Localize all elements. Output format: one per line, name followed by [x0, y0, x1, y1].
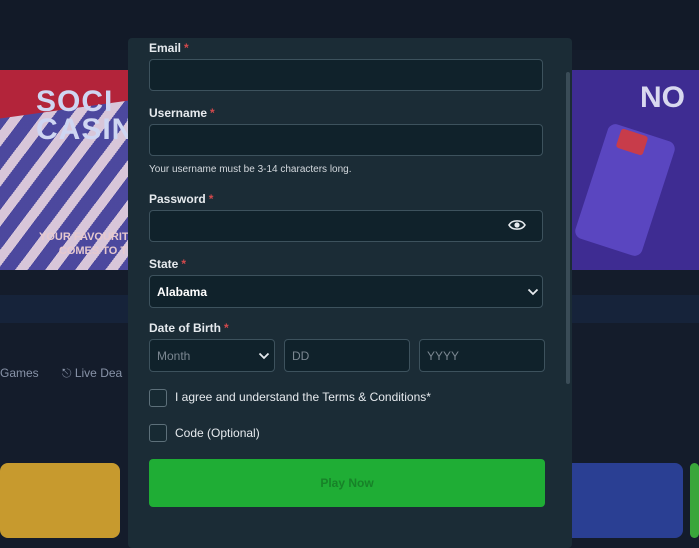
chevron-down-icon	[258, 352, 270, 360]
dob-year-field[interactable]: YYYY	[419, 339, 545, 372]
dob-month-placeholder: Month	[157, 349, 191, 363]
state-select-value: Alabama	[157, 285, 208, 299]
terms-checkbox[interactable]	[149, 389, 167, 407]
password-label-text: Password	[149, 192, 206, 206]
username-label-text: Username	[149, 106, 208, 120]
dob-year-placeholder: YYYY	[427, 349, 460, 363]
required-marker: *	[181, 257, 187, 271]
state-label-text: State	[149, 257, 179, 271]
password-field[interactable]	[149, 210, 543, 242]
headset-icon: ⎋	[62, 366, 72, 380]
game-tile[interactable]	[553, 463, 683, 538]
dob-label-text: Date of Birth	[149, 321, 221, 335]
nav-live-tab[interactable]: ⎋ Live Dea	[62, 366, 122, 381]
required-marker: *	[184, 41, 189, 55]
dob-day-field[interactable]: DD	[284, 339, 410, 372]
nav-games-tab[interactable]: Games	[0, 366, 39, 380]
terms-label[interactable]: I agree and understand the Terms & Condi…	[175, 390, 431, 404]
email-label-text: Email	[149, 41, 182, 55]
email-field[interactable]	[149, 59, 543, 91]
dob-day-placeholder: DD	[292, 349, 310, 363]
banner-right-title: NO	[640, 81, 685, 114]
promo-banner-right[interactable]: NO	[560, 70, 699, 270]
username-hint: Your username must be 3-14 characters lo…	[149, 164, 352, 175]
dob-label: Date of Birth *	[149, 321, 229, 335]
code-checkbox[interactable]	[149, 424, 167, 442]
required-marker: *	[224, 321, 229, 335]
state-label: State *	[149, 257, 186, 271]
password-label: Password *	[149, 192, 213, 206]
username-label: Username *	[149, 106, 215, 120]
required-marker: *	[210, 106, 215, 120]
required-marker: *	[208, 192, 214, 206]
game-tile[interactable]	[690, 463, 699, 538]
username-field[interactable]	[149, 124, 543, 156]
eye-icon[interactable]	[508, 218, 526, 232]
banner-left-title: SOCI CASIN	[36, 85, 135, 146]
email-label: Email *	[149, 41, 189, 55]
modal-scrollbar[interactable]	[566, 72, 570, 384]
state-select[interactable]: Alabama	[149, 275, 543, 308]
nav-live-label: Live Dea	[74, 366, 123, 380]
chevron-down-icon	[527, 288, 539, 296]
play-now-button[interactable]: Play Now	[149, 459, 545, 507]
code-label[interactable]: Code (Optional)	[175, 426, 260, 440]
game-tile[interactable]	[0, 463, 120, 538]
dob-month-select[interactable]: Month	[149, 339, 275, 372]
